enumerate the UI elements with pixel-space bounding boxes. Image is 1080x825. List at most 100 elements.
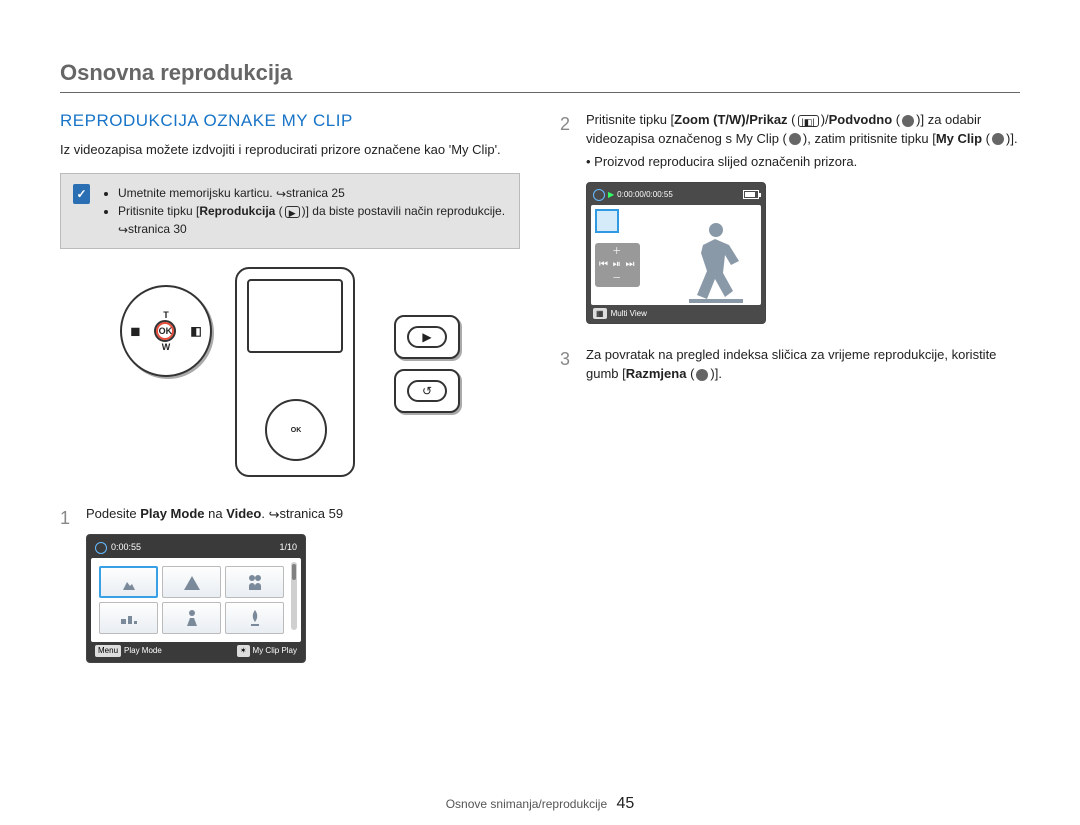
globe-icon [593,189,605,201]
step-sub-item: Proizvod reproducira slijed označenih pr… [586,153,1020,172]
play-button-icon: ▶ [407,326,447,348]
gallery-scrollbar [291,562,297,630]
gallery-myclip-label: My Clip Play [253,645,297,657]
note-page-ref: stranica 30 [128,222,187,236]
note-page-ref: stranica 25 [286,186,345,200]
step-bold: Razmjena [626,366,687,381]
step-page-ref: stranica 59 [280,506,344,521]
step-text: na [205,506,227,521]
dpad-up-label: T [163,310,169,320]
step-number: 3 [560,346,574,384]
thumbnail [225,602,284,634]
dpad-left-icon: ◼ [130,324,140,338]
note-item-1: Umetnite memorijsku karticu. ↪stranica 2… [118,184,507,202]
selection-marker [595,209,619,233]
step-text: Podesite [86,506,140,521]
preview-screenshot: ▶ 0:00:00/0:00:55 100-0001 ＋ ⏮ ⏯ ⏭ － [586,182,766,325]
gallery-playmode-label: Play Mode [124,645,162,657]
gallery-bottom-bar: MenuPlay Mode ✶My Clip Play [91,642,301,658]
control-icons: ⏮ ⏯ ⏭ [599,258,636,273]
step-2: 2 Pritisnite tipku [Zoom (T/W)/Prikaz (|… [560,111,1020,324]
step-text: ( [686,366,694,381]
step-text: )/ [821,112,829,127]
step-text: ), zatim pritisnite tipku [ [803,131,936,146]
gallery-counter: 1/10 [279,541,297,554]
play-icon: ▶ [285,206,300,218]
section-title: Osnovna reprodukcija [60,60,1020,86]
step-text: ( [982,131,990,146]
dpad-down-label: W [162,342,171,352]
multiview-label: Multi View [611,308,647,320]
step-bold: Play Mode [140,506,204,521]
step-text: Pritisnite tipku [ [586,112,674,127]
step-bold: My Clip [936,131,982,146]
step-body: Podesite Play Mode na Video. ↪stranica 5… [86,505,520,662]
thumbnail [162,566,221,598]
dpad-callout: T ◼ OK ◧ W [120,285,212,377]
note-bold: Reprodukcija [199,204,275,218]
play-button-callout: ▶ [394,315,460,359]
step-bold: Podvodno [829,112,893,127]
page-footer: Osnove snimanja/reprodukcije 45 [0,795,1080,813]
note-text: ( [275,204,282,218]
step-text: )]. [710,366,722,381]
step-sublist: Proizvod reproducira slijed označenih pr… [586,153,1020,172]
note-text: )] da biste postavili način reprodukcije… [302,204,505,218]
footer-text: Osnove snimanja/reprodukcije [446,797,607,811]
thumbnail [162,602,221,634]
step-text: )]. [1006,131,1018,146]
dpad-right-icon: ◧ [190,324,201,338]
note-item-2: Pritisnite tipku [Reprodukcija (▶)] da b… [118,202,507,238]
step-text: . [261,506,268,521]
note-box: ✓ Umetnite memorijsku karticu. ↪stranica… [60,173,520,249]
gallery-top-bar: 0:00:55 1/10 [91,539,301,558]
myclip-icon [789,133,801,145]
step-number: 2 [560,111,574,324]
two-column-layout: REPRODUKCIJA OZNAKE MY CLIP Iz videozapi… [60,111,1020,673]
gallery-time: 0:00:55 [111,541,141,554]
preview-top-bar: ▶ 0:00:00/0:00:55 [591,187,761,205]
step-body: Pritisnite tipku [Zoom (T/W)/Prikaz (|◧|… [586,111,1020,324]
share-button-icon: ↺ [407,380,447,402]
dpad-ok-label: OK [154,320,176,342]
page-heading: REPRODUKCIJA OZNAKE MY CLIP [60,111,520,131]
divider [60,92,1020,93]
left-column: REPRODUKCIJA OZNAKE MY CLIP Iz videozapi… [60,111,520,673]
step-bold: Zoom (T/W)/Prikaz [674,112,787,127]
note-text: Umetnite memorijsku karticu. [118,186,276,200]
camera-figure: OK T ◼ OK ◧ W ▶ ↺ [120,267,460,487]
menu-badge: Menu [95,645,121,657]
share-icon [696,369,708,381]
step-body: Za povratak na pregled indeksa sličica z… [586,346,1020,384]
camera-dpad: OK [265,399,327,461]
note-icon: ✓ [73,184,90,204]
thumbnail-grid [95,562,288,638]
preview-bottom-bar: ▦ Multi View [591,305,761,320]
multiview-badge: ▦ [593,308,607,320]
camera-body: OK [235,267,355,477]
step-text: ( [788,112,796,127]
step-text: ( [892,112,900,127]
step-3: 3 Za povratak na pregled indeksa sličica… [560,346,1020,384]
arrow-icon: ↪ [118,221,128,239]
thumbnail-selected [99,566,158,598]
arrow-icon: ↪ [269,506,280,525]
thumbnail [225,566,284,598]
camera-ok-label: OK [291,427,302,434]
intro-paragraph: Iz videozapisa možete izdvojiti i reprod… [60,141,520,159]
underwater-icon [902,115,914,127]
gallery-screenshot: 0:00:55 1/10 [86,534,306,663]
play-indicator-icon: ▶ [608,189,614,201]
preview-screen: 100-0001 ＋ ⏮ ⏯ ⏭ － [591,205,761,305]
footer-page-number: 45 [616,795,634,812]
camera-screen [247,279,343,353]
note-text: Pritisnite tipku [ [118,204,199,218]
step-bold: Video [226,506,261,521]
right-column: 2 Pritisnite tipku [Zoom (T/W)/Prikaz (|… [560,111,1020,673]
step-number: 1 [60,505,74,662]
step-1: 1 Podesite Play Mode na Video. ↪stranica… [60,505,520,662]
share-button-callout: ↺ [394,369,460,413]
battery-icon [743,190,759,199]
note-list: Umetnite memorijsku karticu. ↪ stranica 2… [100,184,507,238]
globe-icon [95,542,107,554]
